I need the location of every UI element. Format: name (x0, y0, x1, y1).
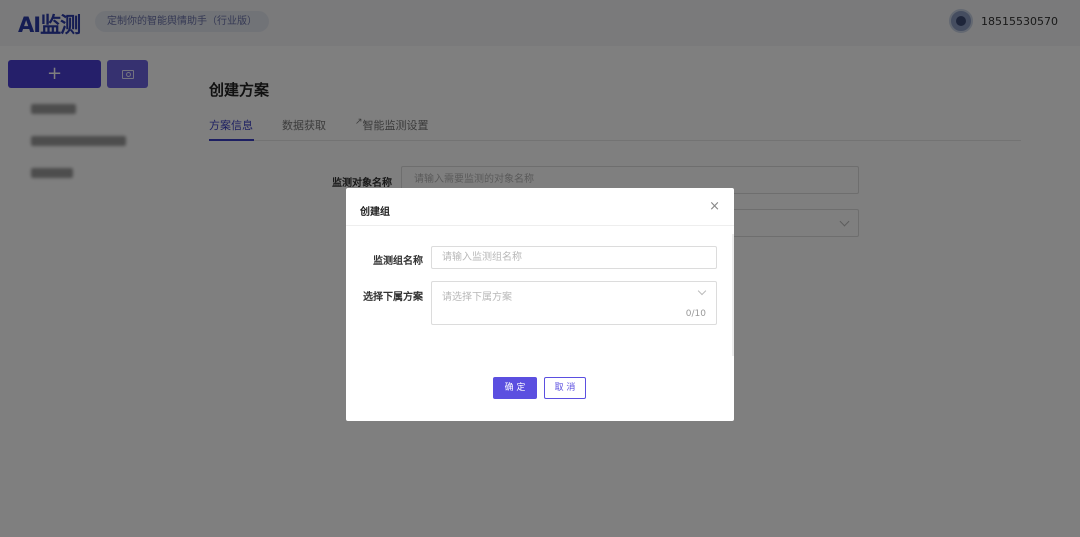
confirm-button[interactable]: 确 定 (493, 377, 537, 399)
plan-select-placeholder: 请选择下属方案 (442, 292, 512, 303)
plan-select-label: 选择下属方案 (363, 292, 423, 303)
plan-count: 0/10 (685, 309, 706, 319)
modal-divider (346, 225, 734, 226)
chevron-down-icon (697, 286, 707, 296)
plan-select[interactable]: 请选择下属方案 0/10 (431, 281, 717, 325)
create-group-modal: 创建组 × 监测组名称 请输入监测组名称 选择下属方案 请选择下属方案 0/10… (346, 188, 734, 421)
group-name-input[interactable]: 请输入监测组名称 (431, 246, 717, 269)
group-name-label: 监测组名称 (373, 256, 423, 267)
modal-scrollbar[interactable] (732, 234, 734, 356)
cancel-button[interactable]: 取 消 (544, 377, 586, 399)
modal-title: 创建组 (360, 207, 390, 218)
close-icon[interactable]: × (709, 200, 720, 213)
